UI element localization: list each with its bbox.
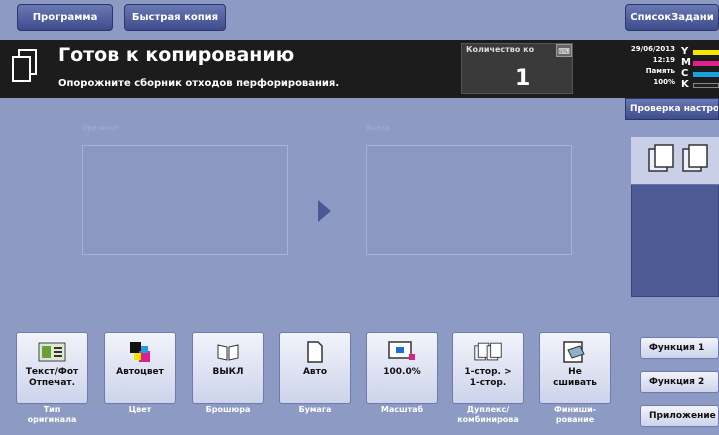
- duplex-preview-icon: [631, 137, 719, 185]
- applications-button[interactable]: Приложение: [640, 405, 719, 427]
- zoom-icon: [387, 339, 417, 365]
- status-title: Готов к копированию: [58, 44, 295, 66]
- text-photo-icon: [37, 339, 67, 365]
- tab-quick-copy[interactable]: Быстрая копия: [124, 4, 226, 31]
- duplex-value: 1-стор. > 1-стор.: [464, 367, 512, 388]
- finishing-icon: [560, 339, 590, 365]
- color-icon: [125, 339, 155, 365]
- original-type-button[interactable]: Текст/Фот Отпечат.: [16, 332, 88, 404]
- color-value: Автоцвет: [116, 367, 164, 377]
- booklet-button[interactable]: ВЫКЛ: [192, 332, 264, 404]
- function2-button[interactable]: Функция 2: [640, 371, 719, 393]
- paper-caption: Бумага: [298, 405, 332, 414]
- tab-program[interactable]: Программа: [17, 4, 113, 31]
- time-text: 12:19: [652, 56, 675, 64]
- check-settings-button[interactable]: Проверка настро: [625, 98, 719, 120]
- zoom-button[interactable]: 100.0%: [366, 332, 438, 404]
- finishing-caption: Финиши- рование: [553, 405, 597, 424]
- paper-value: Авто: [302, 367, 328, 377]
- booklet-icon: [213, 339, 243, 365]
- color-button[interactable]: Автоцвет: [104, 332, 176, 404]
- paper-icon: [300, 339, 330, 365]
- color-caption: Цвет: [128, 405, 152, 414]
- duplex-button[interactable]: 1-стор. > 1-стор.: [452, 332, 524, 404]
- original-type-caption: Тип оригинала: [27, 405, 77, 424]
- finishing-button[interactable]: Не сшивать: [539, 332, 611, 404]
- memory-label: Память: [645, 67, 675, 75]
- status-message: Опорожните сборник отходов перфорировани…: [58, 78, 340, 89]
- zoom-caption: Масштаб: [380, 405, 424, 414]
- toner-c: C: [681, 68, 719, 79]
- duplex-icon: [473, 339, 503, 365]
- function1-button[interactable]: Функция 1: [640, 337, 719, 359]
- booklet-value: ВЫКЛ: [212, 367, 244, 377]
- finishing-value: Не сшивать: [553, 367, 597, 388]
- copy-icon: [12, 49, 38, 83]
- keypad-icon[interactable]: ⌨: [556, 44, 572, 57]
- duplex-caption: Дуплекс/ комбинирова: [457, 405, 519, 424]
- zoom-value: 100.0%: [383, 367, 421, 377]
- original-preview: [82, 145, 288, 255]
- arrow-right-icon: [318, 200, 331, 222]
- date-text: 29/06/2013: [630, 45, 675, 53]
- datetime-display: 29/06/2013 12:19 Память 100%: [615, 44, 675, 88]
- toner-y: Y: [681, 46, 719, 57]
- memory-value: 100%: [653, 78, 675, 86]
- original-label: Оригинал: [82, 124, 119, 132]
- copy-count-value: 1: [515, 66, 531, 91]
- output-preview: [366, 145, 572, 255]
- paper-button[interactable]: Авто: [279, 332, 351, 404]
- output-label: Вывод: [366, 124, 390, 132]
- booklet-caption: Брошюра: [205, 405, 251, 414]
- toner-k: K: [681, 79, 719, 90]
- toner-m: M: [681, 57, 719, 68]
- copy-count-label: Количество ко: [466, 45, 535, 54]
- job-list-button[interactable]: СписокЗадани: [625, 4, 719, 31]
- original-type-value: Текст/Фот Отпечат.: [25, 367, 79, 388]
